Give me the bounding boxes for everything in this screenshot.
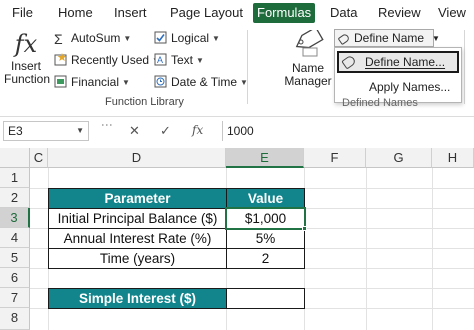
gridline (366, 168, 367, 330)
column-header-f[interactable]: F (304, 148, 366, 168)
name-manager-button[interactable]: Name Manager (284, 30, 332, 88)
logical-book-icon (154, 31, 168, 44)
chevron-down-icon: ▼ (432, 34, 440, 43)
chevron-down-icon: ▼ (196, 56, 204, 65)
column-header-e[interactable]: E (226, 148, 304, 168)
select-all-corner[interactable] (0, 148, 30, 168)
text-book-icon: A (154, 53, 168, 66)
simple-interest-value-cell[interactable] (226, 288, 305, 309)
table-cell-param[interactable]: Time (years) (48, 248, 227, 269)
star-book-icon (54, 53, 68, 66)
formula-input[interactable]: 1000 (222, 121, 472, 141)
chevron-down-icon: ▼ (123, 34, 132, 43)
row-header-4[interactable]: 4 (0, 228, 30, 248)
column-header-g[interactable]: G (366, 148, 432, 168)
logical-label: Logical (171, 31, 210, 45)
worksheet-grid: C D E F G H 1 2 3 4 5 6 7 8 Parameter Va… (0, 148, 474, 330)
tab-data[interactable]: Data (330, 3, 357, 23)
text-functions-button[interactable]: A Text ▼ (154, 51, 204, 69)
logical-button[interactable]: Logical ▼ (154, 29, 220, 47)
svg-text:A: A (157, 55, 163, 65)
ribbon: fx Insert Function Σ AutoSum ▼ Recently Us… (0, 24, 474, 110)
table-cell-value[interactable]: $1,000 (226, 208, 305, 229)
more-dots-icon: ⋮ (100, 119, 114, 131)
tab-review[interactable]: Review (378, 3, 421, 23)
table-cell-value[interactable]: 2 (226, 248, 305, 269)
date-time-button[interactable]: Date & Time ▼ (154, 73, 248, 91)
row-header-6[interactable]: 6 (0, 268, 30, 288)
define-name-label: Define Name (354, 31, 425, 45)
autosum-button[interactable]: Σ AutoSum ▼ (54, 29, 131, 47)
enter-icon[interactable]: ✓ (160, 123, 171, 139)
row-header-5[interactable]: 5 (0, 248, 30, 268)
defined-names-group-label: Defined Names (342, 97, 418, 109)
fill-handle[interactable] (302, 226, 307, 231)
tab-page-layout[interactable]: Page Layout (170, 3, 243, 23)
autosum-label: AutoSum (71, 31, 121, 45)
insert-function-button[interactable]: fx Insert Function (4, 30, 51, 86)
tab-formulas[interactable]: Formulas (253, 3, 316, 26)
tab-file[interactable]: File (12, 3, 33, 23)
table-cell-param[interactable]: Annual Interest Rate (%) (48, 228, 227, 249)
gridline (432, 168, 433, 330)
row-header-7[interactable]: 7 (0, 288, 30, 308)
fx-icon: fx (14, 30, 38, 58)
chevron-down-icon[interactable]: ▼ (76, 122, 84, 140)
chevron-down-icon: ▼ (212, 34, 220, 43)
cancel-icon[interactable]: ✕ (129, 123, 140, 139)
row-header-8[interactable]: 8 (0, 308, 30, 330)
text-label: Text (171, 53, 194, 67)
tag-icon (284, 30, 332, 60)
ribbon-divider (464, 30, 465, 104)
financial-label: Financial (71, 75, 120, 89)
date-time-label: Date & Time (171, 75, 238, 89)
sigma-icon: Σ (54, 31, 63, 47)
tag-icon (341, 54, 357, 70)
tag-icon (337, 32, 351, 46)
tab-view[interactable]: View (438, 3, 466, 23)
menu-item-define-name[interactable]: Define Name... (337, 51, 459, 73)
row-header-3[interactable]: 3 (0, 208, 30, 228)
column-header-c[interactable]: C (30, 148, 48, 168)
simple-interest-label-cell[interactable]: Simple Interest ($) (48, 288, 227, 309)
row-header-1[interactable]: 1 (0, 168, 30, 188)
menu-item-define-name-label: Define Name... (365, 55, 446, 69)
table-header-value[interactable]: Value (226, 188, 305, 209)
column-header-h[interactable]: H (432, 148, 474, 168)
table-header-parameter[interactable]: Parameter (48, 188, 227, 209)
menu-item-apply-names[interactable]: Apply Names... (337, 77, 459, 97)
name-box[interactable]: E3 ▼ (3, 121, 89, 141)
function-library-group-label: Function Library (105, 96, 184, 108)
name-manager-label-2: Manager (284, 74, 332, 88)
ribbon-divider (247, 30, 248, 104)
define-name-menu: Define Name... Apply Names... (334, 47, 462, 103)
ribbon-tab-bar: File Home Insert Page Layout Formulas Da… (0, 0, 474, 26)
recently-used-label: Recently Used (71, 53, 150, 67)
financial-button[interactable]: Financial ▼ (54, 73, 130, 91)
name-box-value: E3 (8, 124, 23, 138)
tab-home[interactable]: Home (58, 3, 93, 23)
column-header-d[interactable]: D (48, 148, 226, 168)
financial-book-icon (54, 75, 68, 88)
chevron-down-icon: ▼ (122, 78, 130, 87)
insert-function-label-2: Function (4, 72, 51, 86)
insert-function-fx-icon[interactable]: fx (192, 123, 203, 137)
table-cell-param[interactable]: Initial Principal Balance ($) (48, 208, 227, 229)
tab-insert[interactable]: Insert (114, 3, 147, 23)
table-cell-value[interactable]: 5% (226, 228, 305, 249)
formula-bar: E3 ▼ ⋮ ✕ ✓ fx 1000 (0, 116, 474, 144)
row-header-2[interactable]: 2 (0, 188, 30, 208)
clock-book-icon (154, 75, 168, 88)
recently-used-button[interactable]: Recently Used▼ (54, 51, 160, 69)
define-name-dropdown[interactable]: Define Name ▼ (334, 29, 440, 47)
menu-item-apply-names-label: Apply Names... (369, 80, 451, 94)
